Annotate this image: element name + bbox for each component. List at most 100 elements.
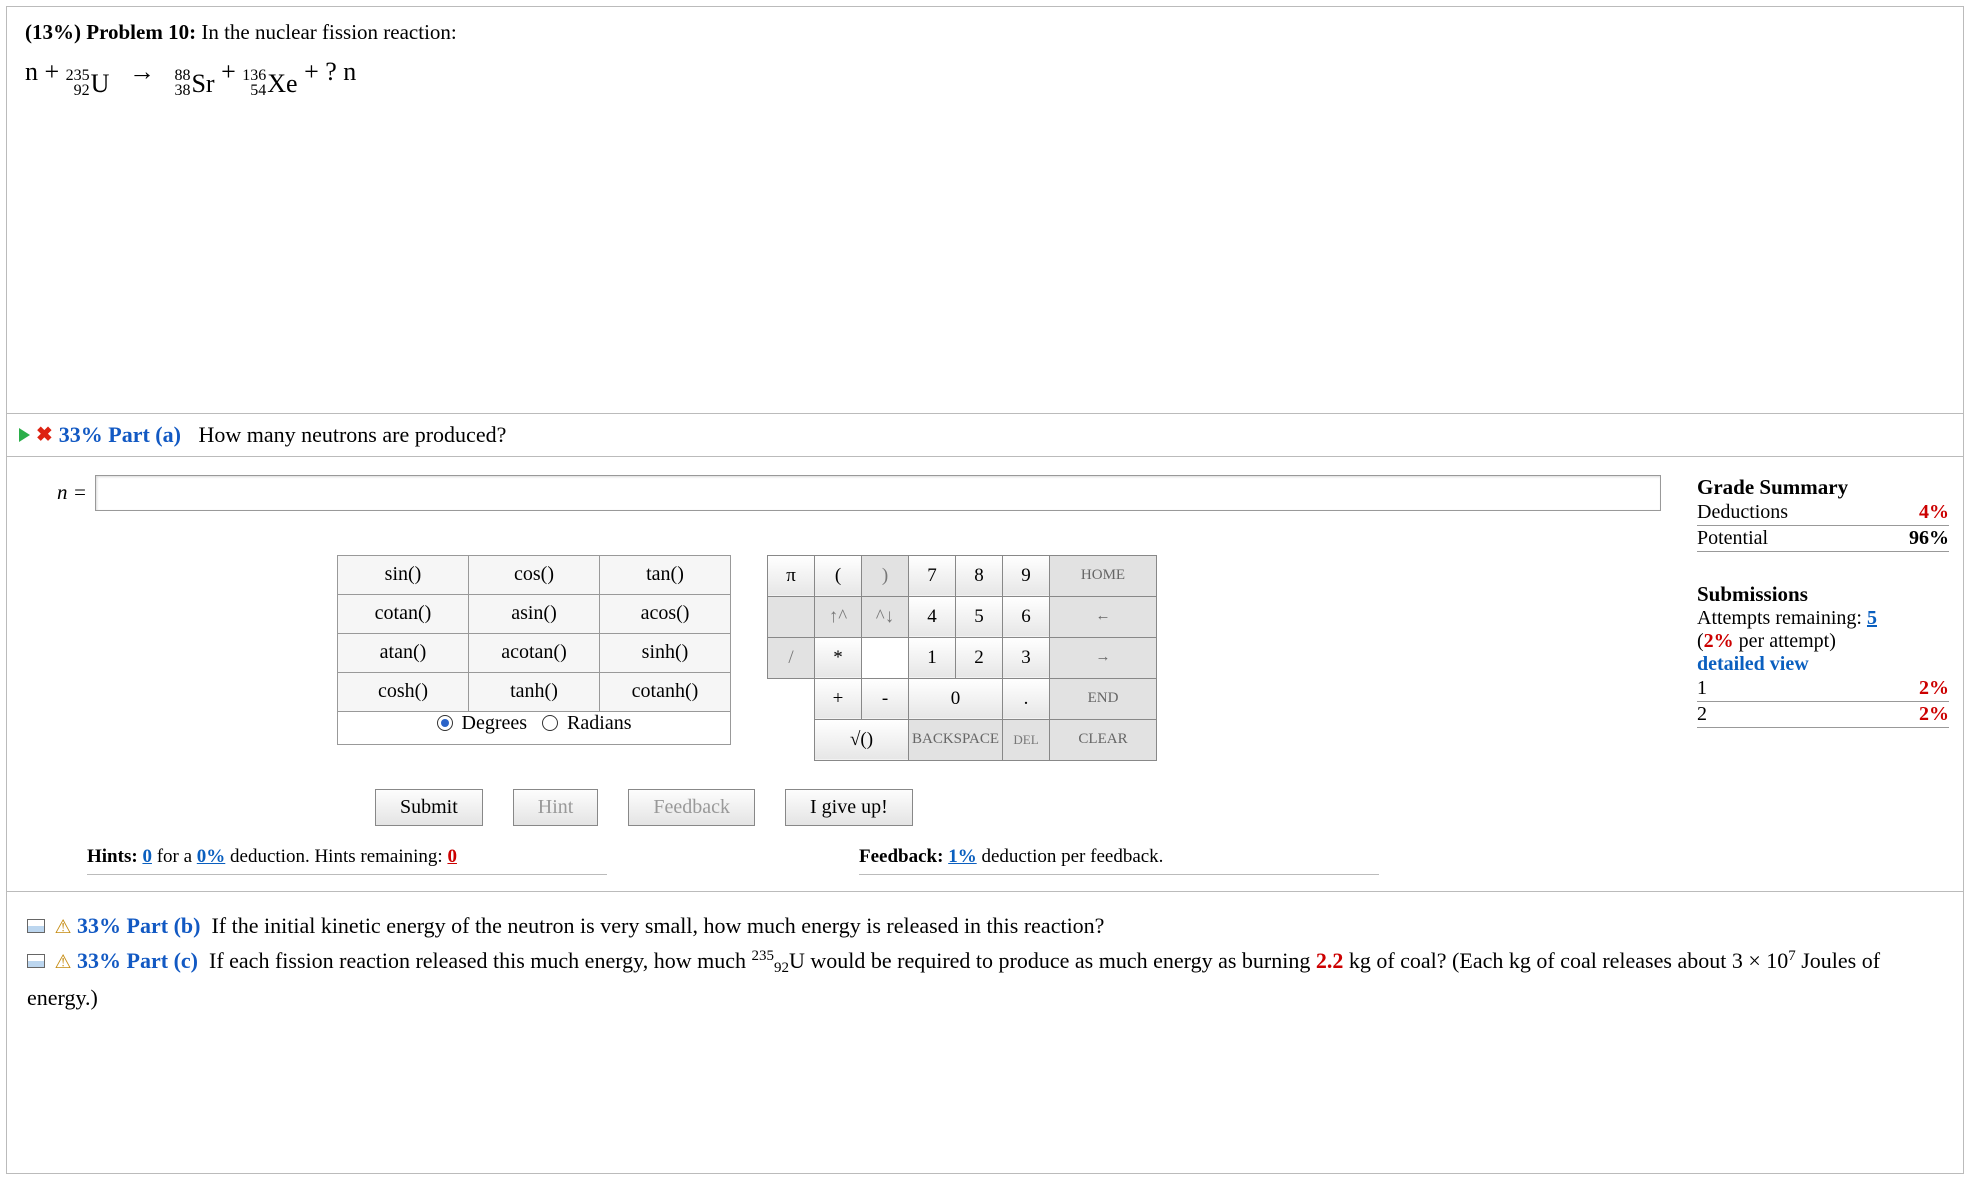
fn-sinh[interactable]: sinh() (600, 633, 731, 672)
fn-tanh[interactable]: tanh() (469, 672, 600, 711)
fn-cosh[interactable]: cosh() (338, 672, 469, 711)
isotope-Sr: 88 38 Sr (174, 65, 214, 103)
key-right[interactable]: → (1050, 637, 1157, 678)
iso-Xe-atomic: 54 (242, 84, 266, 98)
gs-potential-value: 96% (1909, 527, 1949, 550)
fn-cos[interactable]: cos() (469, 555, 600, 594)
key-slash[interactable]: / (768, 637, 815, 678)
key-6[interactable]: 6 (1003, 596, 1050, 637)
close-icon[interactable]: ✖ (36, 422, 53, 447)
gs-potential-label: Potential (1697, 527, 1768, 550)
submissions-title: Submissions (1697, 582, 1949, 607)
answer-input[interactable] (95, 475, 1661, 511)
fb-pct[interactable]: 1% (948, 846, 977, 867)
key-0[interactable]: 0 (909, 678, 1003, 719)
grade-summary: Grade Summary Deductions 4% Potential 96… (1683, 457, 1963, 891)
fn-cotan[interactable]: cotan() (338, 594, 469, 633)
fn-cotanh[interactable]: cotanh() (600, 672, 731, 711)
key-5[interactable]: 5 (956, 596, 1003, 637)
key-dot[interactable]: . (1003, 678, 1050, 719)
reaction-equation: n + 235 92 U → 88 38 Sr + 136 (25, 53, 1945, 102)
eqn-arrow: → (129, 57, 155, 86)
feedback-button[interactable]: Feedback (628, 789, 755, 826)
key-left[interactable]: ← (1050, 596, 1157, 637)
key-rparen[interactable]: ) (862, 555, 909, 596)
fb-tail: deduction per feedback. (981, 846, 1163, 867)
fn-asin[interactable]: asin() (469, 594, 600, 633)
gs-deductions-value: 4% (1919, 501, 1949, 524)
key-9[interactable]: 9 (1003, 555, 1050, 596)
attempts-label: Attempts remaining: (1697, 607, 1862, 629)
key-plus[interactable]: + (815, 678, 862, 719)
part-c-text-2: would be required to produce as much ene… (810, 948, 1315, 973)
key-4[interactable]: 4 (909, 596, 956, 637)
detailed-view-link[interactable]: detailed view (1697, 653, 1949, 676)
giveup-button[interactable]: I give up! (785, 789, 913, 826)
submit-button[interactable]: Submit (375, 789, 483, 826)
hints-pct[interactable]: 0% (197, 846, 226, 867)
radians-radio[interactable] (542, 715, 558, 731)
fn-sin[interactable]: sin() (338, 555, 469, 594)
attempt-2-label: 2 (1697, 703, 1707, 726)
key-clear[interactable]: CLEAR (1050, 719, 1157, 760)
grade-summary-title: Grade Summary (1697, 475, 1949, 500)
expand-box-icon[interactable] (27, 954, 45, 968)
eqn-lhs-prefix: n + (25, 57, 59, 86)
hints-ded: deduction. Hints remaining: (230, 846, 443, 867)
angle-mode-row: Degrees Radians (337, 712, 731, 745)
key-7[interactable]: 7 (909, 555, 956, 596)
part-a-weight: 33% (59, 422, 103, 447)
key-up[interactable]: ↑^ (815, 596, 862, 637)
attempt-2-value: 2% (1919, 703, 1949, 726)
key-del[interactable]: DEL (1003, 719, 1050, 760)
degrees-radio[interactable] (437, 715, 453, 731)
key-sqrt[interactable]: √() (815, 719, 909, 760)
part-b-weight: 33% (77, 913, 121, 938)
gs-deductions-label: Deductions (1697, 501, 1788, 524)
problem-number: (13%) Problem 10: (25, 20, 196, 44)
key-3[interactable]: 3 (1003, 637, 1050, 678)
part-c-exp: 7 (1788, 948, 1796, 964)
isotope-Xe: 136 54 Xe (242, 65, 297, 103)
problem-statement: (13%) Problem 10: In the nuclear fission… (7, 7, 1963, 109)
fn-atan[interactable]: atan() (338, 633, 469, 672)
key-backspace[interactable]: BACKSPACE (909, 719, 1003, 760)
part-c-row[interactable]: ⚠ 33% Part (c) If each fission reaction … (27, 943, 1943, 1015)
part-c-text-1: If each fission reaction released this m… (209, 948, 751, 973)
fn-acos[interactable]: acos() (600, 594, 731, 633)
fn-acotan[interactable]: acotan() (469, 633, 600, 672)
iso-Xe-symbol: Xe (267, 65, 297, 103)
radians-label: Radians (567, 712, 631, 734)
function-pad: sin() cos() tan() cotan() asin() acos() … (337, 555, 731, 761)
fn-tan[interactable]: tan() (600, 555, 731, 594)
hint-button[interactable]: Hint (513, 789, 599, 826)
key-lparen[interactable]: ( (815, 555, 862, 596)
key-2[interactable]: 2 (956, 637, 1003, 678)
part-c-value: 2.2 (1316, 948, 1344, 973)
key-end[interactable]: END (1050, 678, 1157, 719)
part-c-iso-mass: 235 (751, 948, 774, 964)
warning-icon: ⚠ (55, 917, 72, 938)
hints-fora: for a (157, 846, 192, 867)
key-blank1 (768, 596, 815, 637)
part-a-label: Part (a) (108, 422, 181, 447)
key-home[interactable]: HOME (1050, 555, 1157, 596)
key-star[interactable]: * (815, 637, 862, 678)
part-c-iso-atomic: 92 (774, 960, 789, 976)
key-pi[interactable]: π (768, 555, 815, 596)
key-down[interactable]: ^↓ (862, 596, 909, 637)
iso-U-symbol: U (91, 65, 110, 103)
part-a-header: ✖ 33% Part (a) How many neutrons are pro… (7, 414, 1963, 456)
key-8[interactable]: 8 (956, 555, 1003, 596)
expand-icon[interactable] (19, 428, 30, 442)
attempt-1-value: 2% (1919, 677, 1949, 700)
key-1[interactable]: 1 (909, 637, 956, 678)
eqn-tail: + ? n (304, 57, 356, 86)
part-b-label: Part (b) (127, 913, 201, 938)
part-a-question: How many neutrons are produced? (198, 422, 506, 448)
key-minus[interactable]: - (862, 678, 909, 719)
isotope-U: 235 92 U (66, 65, 110, 103)
expand-box-icon[interactable] (27, 919, 45, 933)
part-b-row[interactable]: ⚠ 33% Part (b) If the initial kinetic en… (27, 908, 1943, 943)
hints-count[interactable]: 0 (142, 846, 152, 867)
